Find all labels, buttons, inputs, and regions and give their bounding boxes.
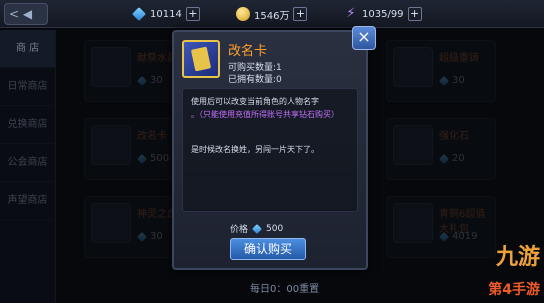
price-row: 价格 500	[230, 222, 284, 236]
dialog-title: 改名卡	[228, 44, 268, 59]
gold-count: 1546万	[254, 10, 290, 22]
add-gems-button[interactable]: +	[185, 7, 200, 21]
description-text: 使用后可以改变当前角色的人物名字	[191, 97, 319, 106]
energy-resource: ⚡ 1035/99 +	[344, 4, 422, 24]
lightning-icon: ⚡	[346, 6, 356, 21]
back-button[interactable]: < ◀	[4, 3, 48, 25]
item-purchase-dialog: 改名卡 可购买数量:1 已拥有数量:0 × 使用后可以改变当前角色的人物名字 。…	[172, 26, 376, 270]
flavor-text: 是时候改名换姓，另闯一片天下了。	[191, 145, 319, 154]
owned-count: 已拥有数量:0	[228, 75, 282, 85]
gem-resource: 10114 +	[132, 4, 200, 24]
confirm-purchase-button[interactable]: 确认购买	[230, 238, 306, 260]
gold-resource: 1546万 +	[236, 4, 308, 24]
purchase-restriction-note: 。（只能使用充值所得账号共享钻石购买）	[191, 110, 339, 119]
close-button[interactable]: ×	[352, 26, 376, 50]
price-label: 价格	[230, 225, 249, 235]
gem-icon	[252, 223, 262, 234]
price-value: 500	[266, 223, 284, 234]
add-energy-button[interactable]: +	[407, 7, 422, 21]
watermark: 九游 第4手游	[442, 239, 540, 299]
top-bar: < ◀ 10114 + 1546万 + ⚡ 1035/99 +	[0, 0, 544, 28]
gem-count: 10114	[150, 8, 182, 20]
watermark-text: 第4手游	[488, 282, 540, 298]
coin-icon	[236, 7, 250, 21]
add-gold-button[interactable]: +	[293, 7, 308, 21]
reset-notice: 每日0：00重置	[250, 284, 320, 295]
rename-card-icon	[182, 40, 220, 78]
energy-count: 1035/99	[362, 8, 404, 20]
description-box: 使用后可以改变当前角色的人物名字 。（只能使用充值所得账号共享钻石购买） 是时候…	[182, 88, 358, 212]
watermark-logo: 九游	[495, 245, 540, 270]
gem-icon	[132, 7, 146, 21]
